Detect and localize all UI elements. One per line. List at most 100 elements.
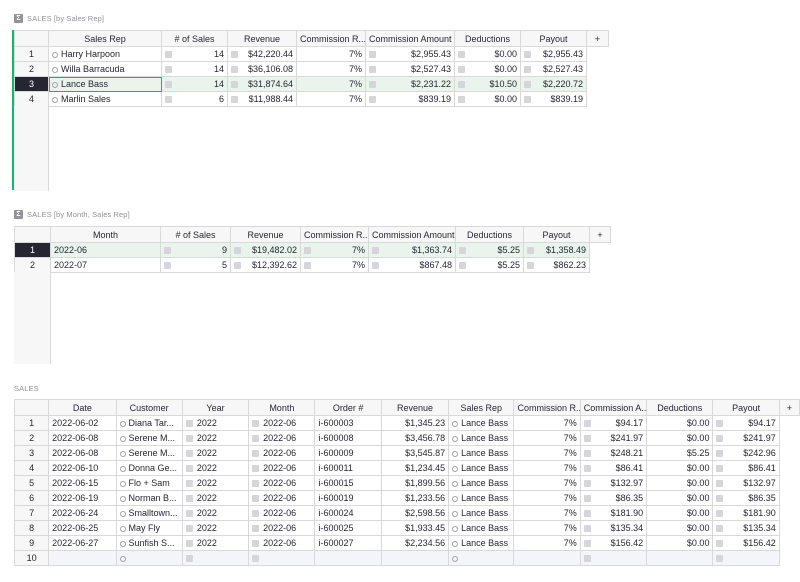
numeric-cell[interactable]: $2,231.22 <box>365 76 455 92</box>
text-cell[interactable]: 2022 <box>181 445 250 461</box>
text-cell[interactable]: Lance Bass <box>448 535 515 551</box>
numeric-cell[interactable]: $2,220.72 <box>520 76 587 92</box>
column-header[interactable]: Commission A... <box>579 399 648 416</box>
table-row[interactable]: 4 Marlin Sales 6 $11,988.44 7% $839.19 $0.00 $8… <box>14 91 609 107</box>
row-number[interactable]: 3 <box>14 76 49 92</box>
numeric-cell[interactable]: $86.41 <box>579 460 648 476</box>
text-cell[interactable]: Lance Bass <box>448 520 515 536</box>
column-header[interactable]: Commission Amount <box>368 226 456 243</box>
column-header[interactable]: Sales Rep <box>48 30 162 47</box>
numeric-cell[interactable]: 14 <box>161 61 228 77</box>
numeric-cell[interactable]: 7% <box>513 535 581 551</box>
table-row[interactable]: 2 Willa Barracuda 14 $36,106.08 7% $2,527.43 $… <box>14 61 609 77</box>
numeric-cell[interactable]: $36,106.08 <box>227 61 297 77</box>
text-cell[interactable]: Norman B... <box>115 490 183 506</box>
numeric-cell[interactable]: $2,527.43 <box>365 61 455 77</box>
text-cell[interactable]: 2022-06 <box>248 475 316 491</box>
numeric-cell[interactable]: $156.42 <box>579 535 648 551</box>
section-title-by-sales-rep[interactable]: Σ SALES [by Sales Rep] <box>14 14 104 23</box>
numeric-cell[interactable]: 5 <box>160 257 231 273</box>
numeric-cell[interactable]: $241.97 <box>579 430 648 446</box>
text-cell[interactable]: May Fly <box>115 520 183 536</box>
row-number[interactable]: 4 <box>13 460 50 476</box>
text-cell[interactable]: Lance Bass <box>448 490 515 506</box>
add-column-button[interactable]: + <box>589 226 611 243</box>
column-header[interactable]: Commission Amount <box>365 30 455 47</box>
empty-cell[interactable] <box>579 550 648 566</box>
numeric-cell[interactable]: $0.00 <box>646 460 714 476</box>
empty-cell[interactable] <box>314 550 382 566</box>
empty-cell[interactable] <box>646 550 714 566</box>
column-header[interactable]: Month <box>248 399 316 416</box>
column-header[interactable]: Payout <box>523 226 590 243</box>
row-number[interactable]: 2 <box>14 257 51 273</box>
column-header[interactable]: Deductions <box>646 399 714 416</box>
numeric-cell[interactable]: 7% <box>513 445 581 461</box>
numeric-cell[interactable]: $86.35 <box>579 490 648 506</box>
numeric-cell[interactable]: $31,874.64 <box>227 76 297 92</box>
text-cell[interactable]: i-600025 <box>314 520 382 536</box>
text-cell[interactable]: 2022 <box>181 490 250 506</box>
empty-cell[interactable] <box>48 550 117 566</box>
numeric-cell[interactable]: $132.97 <box>579 475 648 491</box>
text-cell[interactable]: 2022 <box>181 505 250 521</box>
text-cell[interactable]: Serene M... <box>115 430 183 446</box>
numeric-cell[interactable]: $242.96 <box>712 445 780 461</box>
column-header[interactable]: Revenue <box>230 226 301 243</box>
column-header[interactable]: Revenue <box>380 399 450 416</box>
numeric-cell[interactable]: $1,234.45 <box>380 460 450 476</box>
numeric-cell[interactable]: 9 <box>160 242 231 258</box>
text-cell[interactable]: 2022-06-25 <box>48 520 117 536</box>
numeric-cell[interactable]: $156.42 <box>712 535 780 551</box>
new-row[interactable]: 10 <box>13 550 800 566</box>
column-header[interactable]: Payout <box>712 399 780 416</box>
column-header[interactable]: Commission R... <box>513 399 581 416</box>
text-cell[interactable]: 2022 <box>181 460 250 476</box>
column-header[interactable]: Commission R... <box>296 30 366 47</box>
corner-cell[interactable] <box>13 399 50 416</box>
text-cell[interactable]: 2022-06-27 <box>48 535 117 551</box>
section-title-by-month-sales-rep[interactable]: Σ SALES [by Month, Sales Rep] <box>14 210 130 219</box>
add-column-button[interactable]: + <box>778 399 800 416</box>
column-header[interactable]: Date <box>48 399 117 416</box>
text-cell[interactable]: i-600015 <box>314 475 382 491</box>
text-cell[interactable]: 2022-06 <box>248 460 316 476</box>
column-header[interactable]: Revenue <box>227 30 297 47</box>
text-cell[interactable]: i-600019 <box>314 490 382 506</box>
numeric-cell[interactable]: $86.35 <box>712 490 780 506</box>
row-number[interactable]: 3 <box>13 445 50 461</box>
numeric-cell[interactable]: $248.21 <box>579 445 648 461</box>
row-number[interactable]: 10 <box>13 550 50 566</box>
numeric-cell[interactable]: $181.90 <box>712 505 780 521</box>
numeric-cell[interactable]: $0.00 <box>646 430 714 446</box>
text-cell[interactable]: 2022-06 <box>248 535 316 551</box>
text-cell[interactable]: 2022-06 <box>248 490 316 506</box>
corner-cell[interactable] <box>14 30 49 47</box>
numeric-cell[interactable]: $1,363.74 <box>368 242 456 258</box>
row-number[interactable]: 4 <box>14 91 49 107</box>
row-number[interactable]: 1 <box>13 415 50 431</box>
column-header[interactable]: Sales Rep <box>448 399 515 416</box>
empty-cell[interactable] <box>248 550 316 566</box>
text-cell[interactable]: i-600003 <box>314 415 382 431</box>
numeric-cell[interactable]: 6 <box>161 91 228 107</box>
text-cell[interactable]: 2022 <box>181 475 250 491</box>
column-header[interactable]: Payout <box>520 30 587 47</box>
text-cell[interactable]: Sunfish S... <box>115 535 183 551</box>
row-number[interactable]: 1 <box>14 46 49 62</box>
numeric-cell[interactable]: $5.25 <box>646 445 714 461</box>
corner-cell[interactable] <box>14 226 51 243</box>
empty-cell[interactable] <box>513 550 581 566</box>
numeric-cell[interactable]: $1,345.23 <box>380 415 450 431</box>
numeric-cell[interactable]: 7% <box>296 46 366 62</box>
numeric-cell[interactable]: 7% <box>513 460 581 476</box>
text-cell[interactable]: Donna Ge... <box>115 460 183 476</box>
numeric-cell[interactable]: $0.00 <box>646 520 714 536</box>
numeric-cell[interactable]: $0.00 <box>454 91 521 107</box>
table-row[interactable]: 1 Harry Harpoon 14 $42,220.44 7% $2,955.43 $0.… <box>14 46 609 62</box>
numeric-cell[interactable]: $86.41 <box>712 460 780 476</box>
table-row[interactable]: 7 2022-06-24 Smalltown... 2022 2022-06 i-6000… <box>13 505 800 521</box>
row-number[interactable]: 5 <box>13 475 50 491</box>
table-row[interactable]: 5 2022-06-15 Flo + Sam 2022 2022-06 i-600015 $… <box>13 475 800 491</box>
column-header[interactable]: # of Sales <box>161 30 228 47</box>
